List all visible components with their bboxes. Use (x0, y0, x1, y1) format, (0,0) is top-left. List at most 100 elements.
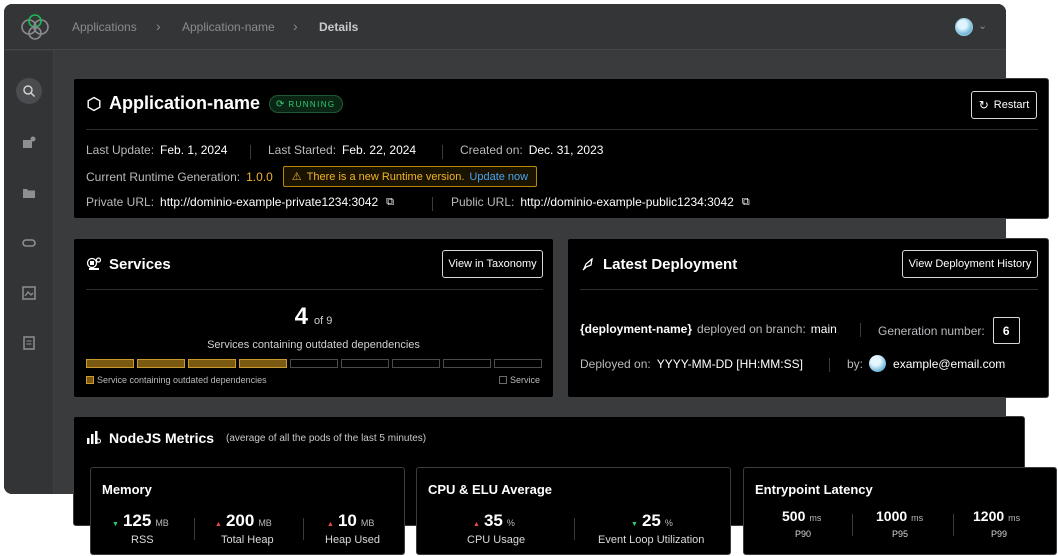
view-deployment-history-label: View Deployment History (908, 258, 1032, 270)
divider (580, 289, 1038, 290)
top-bar: Applications › Application-name › Detail… (4, 4, 1006, 50)
breadcrumb-application-name[interactable]: Application-name (182, 20, 275, 34)
user-avatar[interactable] (955, 18, 973, 36)
progress-segment (443, 359, 491, 368)
total-heap-value: 200 (225, 511, 255, 530)
rss-value: 125 (122, 511, 152, 530)
metrics-subtitle: (average of all the pods of the last 5 m… (226, 433, 427, 444)
status-badge-text: RUNNING (288, 99, 336, 109)
progress-segment (494, 359, 542, 368)
created-on-value: Dec. 31, 2023 (528, 143, 604, 157)
sidebar-link-icon[interactable] (19, 233, 39, 253)
cpu-usage-label: CPU Usage (467, 534, 526, 546)
p90-unit: ms (809, 513, 822, 523)
breadcrumb-details: Details (319, 20, 359, 34)
services-caption: Services containing outdated dependencie… (207, 339, 420, 351)
progress-segment (341, 359, 389, 368)
outdated-services-count: 4 (294, 303, 308, 330)
sidebar (4, 51, 54, 494)
trend-up-icon: ▲ (473, 521, 480, 528)
runtime-warning-banner: ⚠ There is a new Runtime version. Update… (282, 166, 538, 187)
latency-title: Entrypoint Latency (755, 482, 873, 497)
p95-value: 1000 (876, 508, 908, 524)
sidebar-document-icon[interactable] (19, 333, 39, 353)
view-in-taxonomy-label: View in Taxonomy (448, 258, 537, 270)
deployed-on-label: Deployed on: (580, 357, 651, 371)
total-heap-label: Total Heap (221, 534, 274, 546)
view-in-taxonomy-button[interactable]: View in Taxonomy (442, 250, 543, 278)
cpu-usage-value: 35 (483, 511, 503, 530)
trend-down-icon: ▼ (631, 521, 638, 528)
runtime-warning-text: There is a new Runtime version. (306, 170, 465, 183)
elu-label: Event Loop Utilization (598, 534, 705, 546)
application-details-panel: Application-name ⟳ RUNNING ↻ Restart Las… (73, 78, 1049, 219)
deployment-name: {deployment-name} (580, 322, 693, 336)
elu-unit: % (664, 518, 673, 528)
trend-up-icon: ▲ (327, 521, 334, 528)
p95-unit: ms (911, 513, 924, 523)
rss-value-group: ▼ 125 MB (112, 511, 169, 531)
separator (194, 518, 195, 540)
p99-unit: ms (1008, 513, 1021, 523)
separator (250, 145, 251, 159)
logo-icon[interactable] (18, 12, 52, 42)
sidebar-search-icon[interactable] (16, 78, 42, 104)
external-link-icon[interactable]: ⧉ (386, 196, 394, 209)
p90-value: 500 (782, 508, 806, 524)
hexagon-icon (87, 96, 101, 112)
public-url-label: Public URL: (451, 195, 515, 209)
chevron-down-icon[interactable]: ⌄ (978, 19, 987, 32)
deployed-on-branch-label: deployed on branch: (697, 322, 806, 336)
services-total: of 9 (314, 315, 333, 327)
view-deployment-history-button[interactable]: View Deployment History (902, 250, 1038, 278)
separator (829, 358, 830, 372)
rss-unit: MB (155, 518, 169, 528)
update-now-link[interactable]: Update now (469, 171, 528, 183)
warning-icon: ⚠ (291, 171, 302, 183)
p95-label: P95 (892, 529, 909, 539)
entrypoint-latency-card: Entrypoint Latency 500 ms P90 1000 ms P9… (743, 467, 1057, 555)
trend-up-icon: ▲ (215, 521, 222, 528)
private-url-label: Private URL: (86, 195, 155, 209)
cpu-usage-unit: % (506, 518, 515, 528)
public-url-value[interactable]: http://dominio-example-public1234:3042 (520, 195, 733, 209)
restart-button-label: Restart (993, 99, 1030, 111)
avatar (869, 355, 887, 372)
rocket-icon (582, 258, 593, 271)
p99-label: P99 (991, 529, 1008, 539)
metrics-chart-icon (87, 431, 101, 444)
private-url-value[interactable]: http://dominio-example-private1234:3042 (160, 195, 378, 209)
progress-segment-outdated (137, 359, 185, 368)
breadcrumb-applications[interactable]: Applications (72, 20, 137, 34)
heap-used-unit: MB (360, 518, 375, 528)
external-link-icon[interactable]: ⧉ (742, 196, 750, 209)
created-on-label: Created on: (460, 143, 523, 157)
last-update-value: Feb. 1, 2024 (160, 143, 228, 157)
latest-deployment-panel: Latest Deployment View Deployment Histor… (567, 238, 1049, 398)
legend-swatch-outdated (86, 376, 94, 384)
elu-value-group: ▼ 25 % (631, 511, 673, 531)
services-panel: Services View in Taxonomy 4 of 9 Service… (73, 238, 554, 398)
separator (860, 323, 861, 337)
runtime-version: 1.0.0 (246, 169, 273, 184)
heap-used-label: Heap Used (325, 534, 381, 546)
heap-used-value: 10 (337, 511, 357, 530)
total-heap-value-group: ▲ 200 MB (215, 511, 272, 531)
separator (953, 514, 954, 536)
legend-outdated-label: Service containing outdated dependencies (97, 375, 267, 385)
progress-segment-outdated (86, 359, 134, 368)
p99-value-group: 1200 ms (973, 508, 1020, 524)
separator (432, 197, 433, 211)
sidebar-image-icon[interactable] (19, 283, 39, 303)
elu-value: 25 (641, 511, 661, 530)
sidebar-folder-icon[interactable] (19, 183, 39, 203)
deployed-on-value: YYYY-MM-DD [HH:MM:SS] (656, 357, 803, 371)
restart-button[interactable]: ↻ Restart (971, 91, 1037, 119)
sidebar-services-icon[interactable] (19, 133, 39, 153)
progress-segment-outdated (239, 359, 287, 368)
generation-number-label: Generation number: (878, 323, 985, 338)
runtime-generation-label: Current Runtime Generation: (86, 169, 241, 184)
deployed-by-label: by: (847, 356, 864, 371)
last-started-label: Last Started: (268, 143, 337, 157)
latest-deployment-title: Latest Deployment (603, 256, 738, 273)
